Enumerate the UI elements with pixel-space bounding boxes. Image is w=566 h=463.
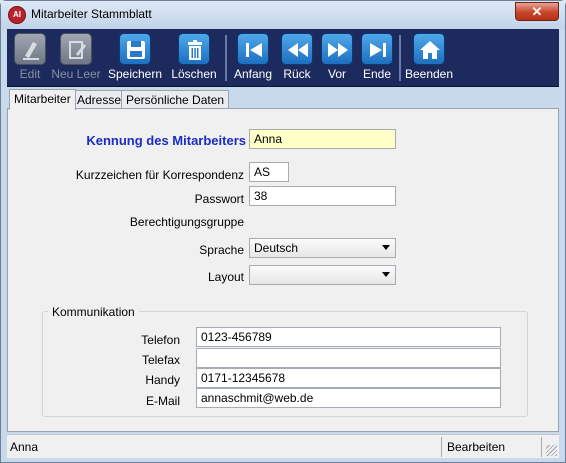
handy-label: Handy [145,373,180,387]
edit-pencil-icon [14,33,46,65]
exit-button[interactable]: Beenden [403,33,455,85]
previous-record-label: Rück [283,67,311,81]
status-divider [541,437,542,457]
toolbar-separator [225,35,227,81]
window-title: Mitarbeiter Stammblatt [31,7,152,21]
fast-forward-icon [321,33,353,65]
new-empty-label: Neu Leer [51,67,101,81]
chevron-down-icon [382,245,390,250]
next-record-label: Vor [327,67,346,81]
tab-adresse[interactable]: Adresse [72,90,127,109]
first-record-label: Anfang [233,67,273,81]
skip-first-icon [237,33,269,65]
status-mode: Bearbeiten [447,440,506,454]
status-divider [441,437,442,457]
sprache-select[interactable]: Deutsch [249,238,396,258]
save-floppy-icon [119,33,151,65]
sprache-label: Sprache [199,243,244,257]
kennung-input[interactable]: Anna [249,129,396,149]
kurzzeichen-input[interactable]: AS [249,162,289,182]
last-record-label: Ende [362,67,392,81]
passwort-label: Passwort [194,192,244,206]
passwort-input[interactable]: 38 [249,186,396,206]
next-record-button[interactable]: Vor [319,33,355,85]
handy-input[interactable]: 0171-12345678 [196,368,501,388]
skip-last-icon [361,33,393,65]
edit-label: Edit [19,67,41,81]
tab-persoenliche-daten[interactable]: Persönliche Daten [121,90,230,109]
toolbar: Edit Neu Leer Speichern Löschen Anfang R… [7,29,559,87]
mitarbeiter-tab-panel: Kennung des Mitarbeiters Anna Kurzzeiche… [7,108,559,432]
previous-record-button[interactable]: Rück [279,33,315,85]
app-window: AI Mitarbeiter Stammblatt ✕ Edit Neu Lee… [0,0,566,463]
trash-icon [178,33,210,65]
email-label: E-Mail [145,394,180,408]
title-bar: AI Mitarbeiter Stammblatt ✕ [1,1,565,29]
save-label: Speichern [107,67,163,81]
telefon-input[interactable]: 0123-456789 [196,327,501,347]
layout-select[interactable] [249,265,396,285]
kommunikation-title: Kommunikation [48,305,139,319]
first-record-button[interactable]: Anfang [231,33,275,85]
edit-button[interactable]: Edit [11,33,49,85]
telefax-input[interactable] [196,348,501,368]
telefax-label: Telefax [141,353,180,367]
toolbar-separator [399,35,401,81]
status-record-name: Anna [10,440,39,454]
email-input[interactable]: annaschmit@web.de [196,388,501,408]
kennung-label: Kennung des Mitarbeiters [86,133,246,148]
delete-button[interactable]: Löschen [169,33,219,85]
new-document-icon [60,33,92,65]
last-record-button[interactable]: Ende [359,33,395,85]
layout-label: Layout [207,270,244,284]
kurzzeichen-label: Kurzzeichen für Korrespondenz [75,168,244,182]
chevron-down-icon [382,272,390,277]
close-window-button[interactable]: ✕ [515,2,559,21]
resize-grip-icon[interactable] [546,445,557,456]
save-button[interactable]: Speichern [107,33,163,85]
telefon-label: Telefon [141,333,180,347]
tab-mitarbeiter[interactable]: Mitarbeiter [9,89,76,110]
app-logo-icon: AI [8,6,26,24]
delete-label: Löschen [171,67,217,81]
new-empty-button[interactable]: Neu Leer [49,33,103,85]
exit-label: Beenden [404,67,454,81]
status-bar: Anna Bearbeiten [7,434,559,458]
sprache-select-value: Deutsch [254,241,299,255]
home-icon [413,33,445,65]
berechtigung-label: Berechtigungsgruppe [129,215,244,229]
rewind-icon [281,33,313,65]
